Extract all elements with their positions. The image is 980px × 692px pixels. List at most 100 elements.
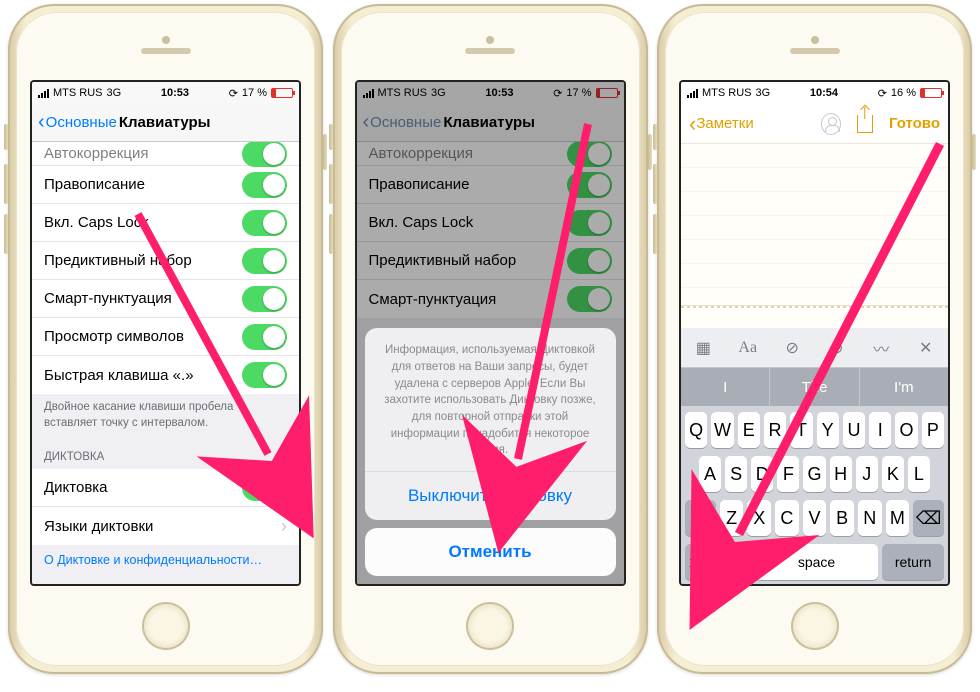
key-globe[interactable]: 🌐 bbox=[720, 544, 751, 580]
draw-icon[interactable]: 〰 bbox=[869, 336, 893, 360]
key-t[interactable]: T bbox=[790, 412, 812, 448]
key-s[interactable]: S bbox=[725, 456, 747, 492]
key-y[interactable]: Y bbox=[817, 412, 839, 448]
add-icon[interactable]: ⊕ bbox=[825, 336, 849, 360]
key-r[interactable]: R bbox=[764, 412, 786, 448]
back-button[interactable]: ‹Заметки bbox=[689, 111, 754, 137]
key-f[interactable]: F bbox=[777, 456, 799, 492]
key-v[interactable]: V bbox=[803, 500, 827, 536]
note-editor[interactable] bbox=[681, 144, 948, 306]
phone-1: MTS RUS 3G 10:53 ⟳ 17 % ‹Основные Клавиа… bbox=[8, 4, 323, 674]
key-numbers[interactable]: 123 bbox=[685, 544, 716, 580]
key-u[interactable]: U bbox=[843, 412, 865, 448]
settings-footer: Двойное касание клавиши пробела вставляе… bbox=[32, 394, 299, 437]
back-button[interactable]: ‹Основные bbox=[38, 111, 117, 134]
sheet-message: Информация, используемая Диктовкой для о… bbox=[365, 328, 616, 472]
key-c[interactable]: C bbox=[775, 500, 799, 536]
keyboard-row-4: 123 🌐 space return bbox=[685, 544, 944, 580]
settings-row-label: Диктовка bbox=[44, 479, 108, 496]
back-label: Основные bbox=[46, 114, 117, 131]
settings-row-label: Языки диктовки bbox=[44, 518, 153, 535]
key-m[interactable]: M bbox=[886, 500, 910, 536]
signal-icon bbox=[687, 89, 698, 98]
format-icon[interactable]: Aa bbox=[736, 336, 760, 360]
toggle-spelling[interactable] bbox=[242, 172, 287, 198]
toggle-shortcut[interactable] bbox=[242, 362, 287, 388]
keyboard-row-2: A S D F G H J K L bbox=[685, 456, 944, 492]
settings-row-label: Правописание bbox=[44, 176, 145, 193]
suggestion[interactable]: The bbox=[769, 368, 858, 406]
home-button[interactable] bbox=[791, 602, 839, 650]
row-dictation-languages[interactable]: Языки диктовки › bbox=[32, 507, 299, 545]
settings-row-label: Быстрая клавиша «.» bbox=[44, 367, 194, 384]
screen-3: MTS RUS3G 10:54 ⟳16 % ‹Заметки Готово bbox=[679, 80, 950, 586]
table-icon[interactable]: ▦ bbox=[691, 336, 715, 360]
toggle-smartpunct[interactable] bbox=[242, 286, 287, 312]
notes-nav: ‹Заметки Готово bbox=[681, 104, 948, 144]
status-bar: MTS RUS3G 10:54 ⟳16 % bbox=[681, 82, 948, 104]
toggle-capslock[interactable] bbox=[242, 210, 287, 236]
keyboard-row-1: Q W E R T Y U I O P bbox=[685, 412, 944, 448]
keyboard-row-3: ⇧ Z X C V B N M ⌫ bbox=[685, 500, 944, 536]
nav-title: Клавиатуры bbox=[119, 114, 211, 131]
toggle-dictation[interactable] bbox=[242, 475, 287, 501]
key-g[interactable]: G bbox=[803, 456, 825, 492]
status-bar: MTS RUS 3G 10:53 ⟳ 17 % bbox=[32, 82, 299, 104]
privacy-link[interactable]: О Диктовке и конфиденциальности… bbox=[32, 545, 299, 577]
disable-dictation-button[interactable]: Выключить Диктовку bbox=[365, 472, 616, 520]
suggestion[interactable]: I'm bbox=[859, 368, 948, 406]
suggestions-bar: I The I'm bbox=[681, 368, 948, 406]
home-button[interactable] bbox=[142, 602, 190, 650]
collaborate-icon[interactable] bbox=[821, 114, 841, 134]
key-h[interactable]: H bbox=[830, 456, 852, 492]
screen-1: MTS RUS 3G 10:53 ⟳ 17 % ‹Основные Клавиа… bbox=[30, 80, 301, 586]
checklist-icon[interactable]: ⊘ bbox=[780, 336, 804, 360]
suggestion[interactable]: I bbox=[681, 368, 769, 406]
done-button[interactable]: Готово bbox=[889, 115, 940, 132]
keyboard: ▦ Aa ⊘ ⊕ 〰 ✕ I The I'm Q bbox=[681, 328, 948, 584]
key-z[interactable]: Z bbox=[720, 500, 744, 536]
key-p[interactable]: P bbox=[922, 412, 944, 448]
key-b[interactable]: B bbox=[830, 500, 854, 536]
settings-row-label: Просмотр символов bbox=[44, 328, 184, 345]
toggle-predictive[interactable] bbox=[242, 248, 287, 274]
key-shift[interactable]: ⇧ bbox=[685, 500, 716, 536]
close-toolbar-icon[interactable]: ✕ bbox=[914, 336, 938, 360]
toggle-preview[interactable] bbox=[242, 324, 287, 350]
action-sheet: Информация, используемая Диктовкой для о… bbox=[365, 328, 616, 576]
toggle-autocorrect[interactable] bbox=[242, 142, 287, 167]
key-x[interactable]: X bbox=[747, 500, 771, 536]
settings-row-label: Предиктивный набор bbox=[44, 252, 192, 269]
key-a[interactable]: A bbox=[699, 456, 721, 492]
key-o[interactable]: O bbox=[895, 412, 917, 448]
signal-icon bbox=[38, 89, 49, 98]
chevron-right-icon: › bbox=[281, 516, 287, 537]
key-i[interactable]: I bbox=[869, 412, 891, 448]
settings-row-label: Автокоррекция bbox=[44, 145, 148, 162]
key-j[interactable]: J bbox=[856, 456, 878, 492]
screen-2: MTS RUS3G 10:53 ⟳17 % ‹Основные Клавиату… bbox=[355, 80, 626, 586]
keyboard-toolbar: ▦ Aa ⊘ ⊕ 〰 ✕ bbox=[681, 328, 948, 368]
network-label: 3G bbox=[756, 87, 771, 99]
cancel-button[interactable]: Отменить bbox=[365, 528, 616, 576]
battery-icon bbox=[271, 88, 293, 98]
key-n[interactable]: N bbox=[858, 500, 882, 536]
key-space[interactable]: space bbox=[755, 544, 879, 580]
clock: 10:53 bbox=[161, 87, 189, 99]
battery-label: 16 % bbox=[891, 87, 916, 99]
battery-label: 17 % bbox=[242, 87, 267, 99]
share-icon[interactable] bbox=[855, 114, 875, 134]
key-d[interactable]: D bbox=[751, 456, 773, 492]
key-l[interactable]: L bbox=[908, 456, 930, 492]
key-backspace[interactable]: ⌫ bbox=[913, 500, 944, 536]
home-button[interactable] bbox=[466, 602, 514, 650]
key-k[interactable]: K bbox=[882, 456, 904, 492]
key-return[interactable]: return bbox=[882, 544, 944, 580]
back-label: Заметки bbox=[696, 115, 753, 132]
key-e[interactable]: E bbox=[738, 412, 760, 448]
key-w[interactable]: W bbox=[711, 412, 733, 448]
phone-2: MTS RUS3G 10:53 ⟳17 % ‹Основные Клавиату… bbox=[333, 4, 648, 674]
key-q[interactable]: Q bbox=[685, 412, 707, 448]
clock: 10:54 bbox=[810, 87, 838, 99]
nav-bar: ‹Основные Клавиатуры bbox=[32, 104, 299, 142]
